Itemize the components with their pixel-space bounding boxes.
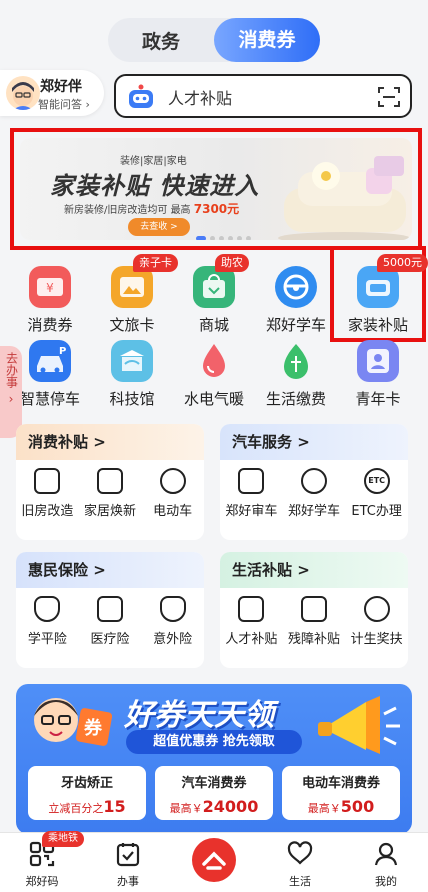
card-title[interactable]: 惠民保险 > [16,552,204,588]
house-brush-icon [34,468,61,494]
scan-icon[interactable] [378,86,400,108]
tab-mine[interactable]: 我的 [356,833,416,889]
shopping-bag-icon: 助农 [193,254,249,308]
smart-assistant-button[interactable]: 郑好伴 智能问答 › [0,70,104,116]
science-museum-icon [111,340,153,382]
card-consumer-subsidy: 消费补贴 > 旧房改造 家居焕新 电动车 [16,424,204,540]
svg-text:¥: ¥ [46,281,54,295]
heart-chat-icon [287,841,313,865]
card-title[interactable]: 消费补贴 > [16,424,204,460]
search-input[interactable]: 人才补贴 [114,74,412,118]
youth-card-icon [357,340,399,382]
student-insurance-icon [34,596,61,622]
home-decoration-banner[interactable]: 装修|家居|家电 家装补贴 快速进入 新房装修/旧房改造均可 最高 7300元 … [20,138,412,240]
leaf-payment-icon [275,340,317,382]
grid-item-home-subsidy[interactable]: 5000元 家装补贴 [336,254,428,335]
coupon-card-orthodontics[interactable]: 牙齿矫正 立减百分之15 [28,766,146,820]
card-item-e-bike[interactable]: 电动车 [143,468,203,519]
card-item-medical-insurance[interactable]: 医疗险 [80,596,140,647]
coupon-card-e-bike[interactable]: 电动车消费券 最高￥500 [282,766,400,820]
assistant-subtitle: 智能问答 › [38,98,90,111]
grid-item-coupons[interactable]: ¥ 消费券 [8,266,92,335]
steering-wheel-icon [275,266,317,308]
mascot-illustration: 券 [34,698,113,746]
card-item-etc[interactable]: ETC ETC办理 [347,468,407,519]
etc-icon: ETC [363,468,390,494]
svg-text:P: P [59,346,66,357]
chevron-right-icon: › [8,392,14,406]
promo-title: 好券天天领 [124,698,274,733]
card-item-home-renewal[interactable]: 家居焕新 [80,468,140,519]
card-title[interactable]: 汽车服务 > [220,424,408,460]
steering-wheel-icon [300,468,327,494]
accident-insurance-icon [159,596,186,622]
grid-tag: 助农 [215,254,249,272]
search-placeholder: 人才补贴 [168,89,233,108]
card-item-student-insurance[interactable]: 学平险 [17,596,77,647]
robot-icon [129,84,153,108]
grid-item-mall[interactable]: 助农 商城 [172,254,256,335]
grid-tag: 5000元 [377,254,428,272]
metro-badge: 乘地铁 [42,831,84,847]
card-title[interactable]: 生活补贴 > [220,552,408,588]
water-drop-icon [193,340,235,382]
tab-government[interactable]: 政务 [108,27,214,54]
grid-item-driving-school[interactable]: 郑好学车 [254,266,338,335]
clipboard-icon [116,843,140,867]
assistant-name: 郑好伴 [40,79,82,95]
medical-insurance-icon [96,596,123,622]
coupon-badge-text: 券 [83,717,103,739]
furniture-icon [96,468,123,494]
banner-pagination [196,236,251,240]
grid-item-youth-card[interactable]: 青年卡 [336,340,420,409]
megaphone-illustration [318,696,400,754]
home-center-button[interactable] [192,838,236,882]
grid-item-culture-card[interactable]: 亲子卡 文旅卡 [90,254,178,335]
scooter-icon [159,468,186,494]
top-segmented-tabs: 政务 消费券 [108,18,320,62]
card-item-driving-school[interactable]: 郑好学车 [284,468,344,519]
tab-coupons[interactable]: 消费券 [214,18,320,62]
mountain-card-icon: 亲子卡 [111,254,178,308]
banner-category: 装修|家居|家电 [120,156,187,167]
grid-item-bill-payment[interactable]: 生活缴费 [254,340,338,409]
banner-highlight: 装修|家居|家电 家装补贴 快速进入 新房装修/旧房改造均可 最高 7300元 … [10,128,422,250]
side-tab-go-handle[interactable]: 去办事 › [0,346,22,438]
sofa-illustration [278,156,410,240]
tab-zhenghao-code[interactable]: 郑好码 乘地铁 [12,831,84,889]
card-item-family-planning[interactable]: 计生奖扶 [347,596,407,647]
family-planning-icon [363,596,390,622]
sofa-icon: 5000元 [357,254,428,308]
home-logo-icon [202,851,226,870]
assistant-avatar [6,76,40,110]
parking-car-icon: P [29,340,71,382]
disability-subsidy-icon [300,596,327,622]
tab-life[interactable]: 生活 [270,833,330,889]
coupon-card-car[interactable]: 汽车消费券 最高￥24000 [155,766,273,820]
card-item-car-inspection[interactable]: 郑好审车 [221,468,281,519]
card-item-house-renovation[interactable]: 旧房改造 [17,468,77,519]
banner-desc: 新房装修/旧房改造均可 最高 7300元 [64,202,240,216]
coupon-icon: ¥ [29,266,71,308]
tab-services[interactable]: 办事 [98,833,158,889]
card-item-accident-insurance[interactable]: 意外险 [143,596,203,647]
banner-button[interactable]: 去查收 > [128,218,190,236]
talent-badge-icon [238,596,265,622]
person-icon [374,842,398,866]
chevron-right-icon: › [85,98,90,111]
car-inspection-icon [238,468,265,494]
card-life-subsidy: 生活补贴 > 人才补贴 残障补贴 计生奖扶 [220,552,408,668]
card-insurance: 惠民保险 > 学平险 医疗险 意外险 [16,552,204,668]
coupon-promo-banner[interactable]: 券 好券天天领 超值优惠券 抢先领取 牙齿矫正 立减百分之15 汽车消费券 最高… [16,684,412,834]
grid-item-science-museum[interactable]: 科技馆 [90,340,174,409]
grid-item-utilities[interactable]: 水电气暖 [172,340,256,409]
card-item-talent-subsidy[interactable]: 人才补贴 [221,596,281,647]
banner-title: 家装补贴 快速进入 [50,172,260,200]
promo-subtitle: 超值优惠券 抢先领取 [126,730,302,754]
card-car-service: 汽车服务 > 郑好审车 郑好学车 ETC ETC办理 [220,424,408,540]
card-item-disability-subsidy[interactable]: 残障补贴 [284,596,344,647]
